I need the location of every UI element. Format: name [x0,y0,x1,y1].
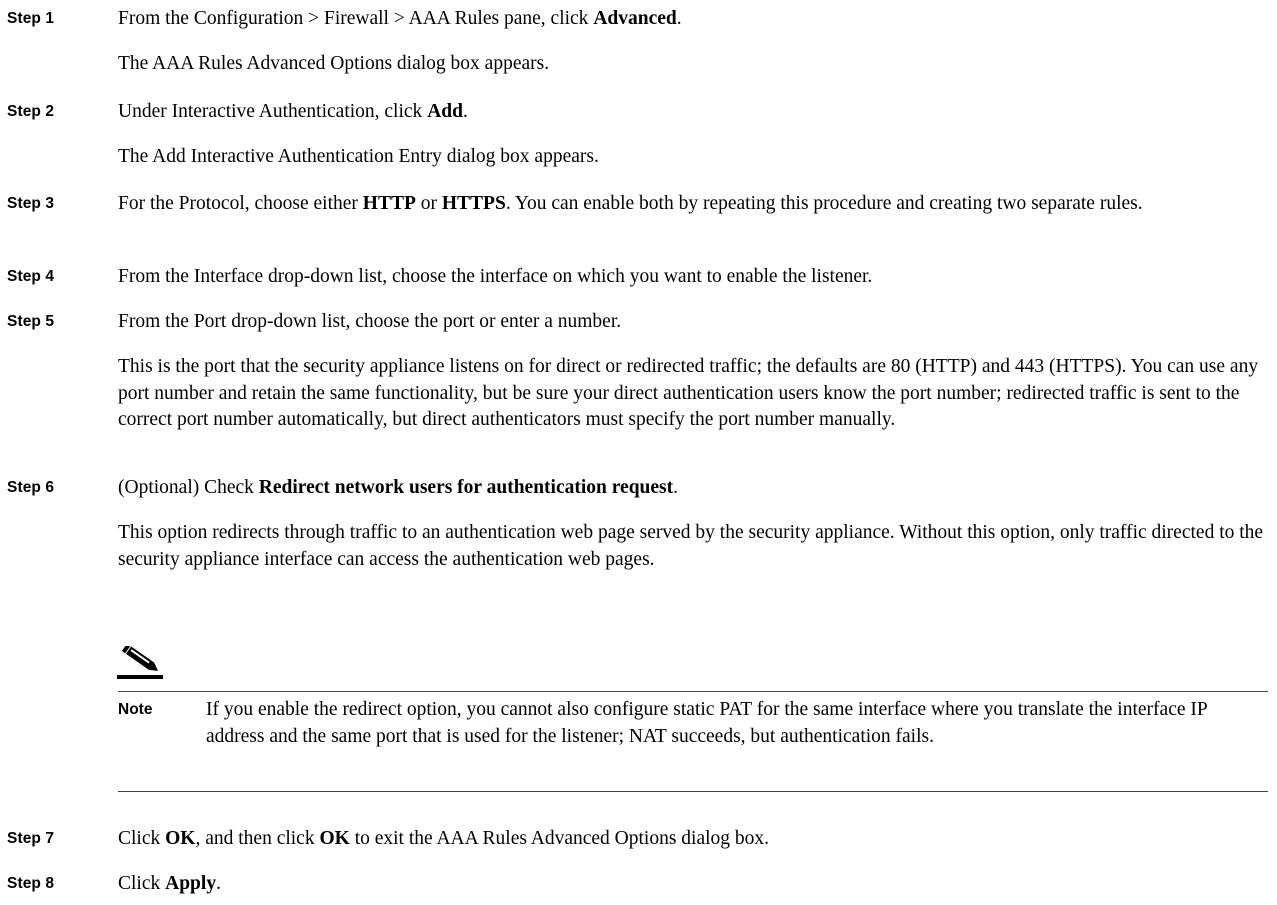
step-6-bold-redirect: Redirect network users for authenticatio… [258,477,674,498]
step-4-label: Step 4 [7,268,55,285]
step-2-text-part: Under Interactive Authentication, click [118,101,428,122]
step-4-text: From the Interface drop-down list, choos… [118,266,873,287]
step-5-detail: This is the port that the security appli… [118,356,1259,430]
note-label: Note [118,701,153,718]
step-3-label: Step 3 [7,195,55,212]
step-1-label: Step 1 [7,10,55,27]
step-6-label: Step 6 [7,479,55,496]
note-top-rule [118,691,1268,692]
step-7-text-part: Click [118,828,166,849]
step-6-detail: This option redirects through traffic to… [118,522,1264,570]
step-6-text-end: . [673,477,678,498]
step-7-text-end: to exit the AAA Rules Advanced Options d… [349,828,770,849]
step-1-result: The AAA Rules Advanced Options dialog bo… [118,53,550,74]
step-7-text: Click OK, and then click OK to exit the … [118,826,1268,853]
step-2-text-end: . [462,101,468,122]
step-3-text-part: For the Protocol, choose either [118,193,363,214]
step-7-bold-ok-2: OK [319,828,350,849]
step-2-text: Under Interactive Authentication, click … [118,99,1268,126]
step-6-text: (Optional) Check Redirect network users … [118,475,1268,502]
step-3-bold-http: HTTP [362,193,416,214]
step-3-text-mid: or [415,193,442,214]
step-7-bold-ok: OK [165,828,196,849]
step-5-label: Step 5 [7,313,55,330]
document-page: Step 1 From the Configuration > Firewall… [0,0,1277,905]
step-1-text-part: From the Configuration > Firewall > AAA … [118,8,594,29]
step-3-text-end: . You can enable both by repeating this … [505,193,1143,214]
step-8-bold-apply: Apply [165,873,217,894]
step-5-text: From the Port drop-down list, choose the… [118,311,622,332]
step-2-bold-add: Add [427,101,463,122]
step-7-label: Step 7 [7,830,55,847]
step-2-label: Step 2 [7,103,55,120]
step-8-text: Click Apply. [118,871,1268,898]
note-bottom-rule [118,791,1268,792]
step-1-text: From the Configuration > Firewall > AAA … [118,6,1268,33]
step-1-text-end: . [676,8,682,29]
step-3-text: For the Protocol, choose either HTTP or … [118,191,1268,218]
pencil-icon [117,646,163,679]
step-8-label: Step 8 [7,875,55,892]
step-8-text-end: . [216,873,221,894]
step-8-text-part: Click [118,873,166,894]
step-2-result: The Add Interactive Authentication Entry… [118,146,599,167]
step-3-bold-https: HTTPS [441,193,506,214]
step-1-bold-advanced: Advanced [593,8,677,29]
step-6-text-part: (Optional) Check [118,477,259,498]
step-7-text-mid: , and then click [195,828,320,849]
note-text: If you enable the redirect option, you c… [206,699,1207,747]
